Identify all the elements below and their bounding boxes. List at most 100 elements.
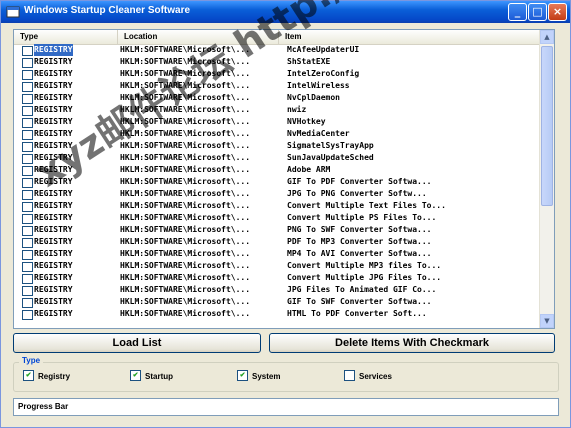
row-checkbox[interactable] bbox=[22, 214, 33, 224]
title-bar[interactable]: Windows Startup Cleaner Software _ □ × bbox=[1, 1, 570, 23]
table-row[interactable]: REGISTRY HKLM:SOFTWARE\Microsoft\... Intel… bbox=[14, 68, 540, 80]
type-cell: REGISTRY bbox=[14, 92, 118, 104]
type-text: REGISTRY bbox=[34, 261, 73, 270]
type-text: REGISTRY bbox=[34, 309, 73, 318]
location-cell: HKLM:SOFTWARE\Microsoft\... bbox=[120, 45, 251, 54]
column-header-item[interactable]: Item bbox=[279, 30, 540, 44]
row-checkbox[interactable] bbox=[22, 190, 33, 200]
table-row[interactable]: REGISTRY HKLM:SOFTWARE\Microsoft\... Conve… bbox=[14, 272, 540, 284]
row-checkbox[interactable] bbox=[22, 82, 33, 92]
row-checkbox[interactable] bbox=[22, 274, 33, 284]
type-option-services[interactable]: Services bbox=[344, 370, 392, 383]
table-row[interactable]: REGISTRY HKLM:SOFTWARE\Microsoft\... Sigma… bbox=[14, 140, 540, 152]
table-row[interactable]: REGISTRY HKLM:SOFTWARE\Microsoft\... nwiz bbox=[14, 104, 540, 116]
app-icon bbox=[6, 6, 20, 18]
load-list-button[interactable]: Load List bbox=[13, 333, 261, 353]
type-text: REGISTRY bbox=[34, 213, 73, 222]
location-cell: HKLM:SOFTWARE\Microsoft\... bbox=[120, 57, 251, 66]
type-cell: REGISTRY bbox=[14, 296, 118, 308]
column-header-type[interactable]: Type bbox=[14, 30, 118, 44]
item-cell: SunJavaUpdateSched bbox=[287, 153, 374, 162]
row-checkbox[interactable] bbox=[22, 226, 33, 236]
type-option-startup[interactable]: ✔ Startup bbox=[130, 370, 173, 383]
list-header: Type Location Item bbox=[14, 30, 540, 45]
type-text: REGISTRY bbox=[34, 285, 73, 294]
scroll-down-arrow-icon[interactable]: ▼ bbox=[540, 314, 554, 328]
table-row[interactable]: REGISTRY HKLM:SOFTWARE\Microsoft\... Intel… bbox=[14, 80, 540, 92]
type-text: REGISTRY bbox=[34, 273, 73, 282]
vertical-scrollbar[interactable]: ▲ ▼ bbox=[539, 30, 554, 328]
progress-label: Progress Bar bbox=[18, 402, 69, 411]
row-checkbox[interactable] bbox=[22, 118, 33, 128]
table-row[interactable]: REGISTRY HKLM:SOFTWARE\Microsoft\... McAfe… bbox=[14, 44, 540, 56]
location-cell: HKLM:SOFTWARE\Microsoft\... bbox=[120, 69, 251, 78]
table-row[interactable]: REGISTRY HKLM:SOFTWARE\Microsoft\... NVHot… bbox=[14, 116, 540, 128]
table-row[interactable]: REGISTRY HKLM:SOFTWARE\Microsoft\... PDF T… bbox=[14, 236, 540, 248]
type-cell: REGISTRY bbox=[14, 188, 118, 200]
item-cell: ShStatEXE bbox=[287, 57, 331, 66]
option-label: System bbox=[252, 372, 281, 381]
row-checkbox[interactable] bbox=[22, 286, 33, 296]
table-row[interactable]: REGISTRY HKLM:SOFTWARE\Microsoft\... JPG F… bbox=[14, 284, 540, 296]
checkbox-icon[interactable]: ✔ bbox=[237, 370, 248, 382]
row-checkbox[interactable] bbox=[22, 46, 33, 56]
table-row[interactable]: REGISTRY HKLM:SOFTWARE\Microsoft\... Conve… bbox=[14, 200, 540, 212]
row-checkbox[interactable] bbox=[22, 298, 33, 308]
table-row[interactable]: REGISTRY HKLM:SOFTWARE\Microsoft\... GIF T… bbox=[14, 176, 540, 188]
row-checkbox[interactable] bbox=[22, 178, 33, 188]
table-row[interactable]: REGISTRY HKLM:SOFTWARE\Microsoft\... GIF T… bbox=[14, 296, 540, 308]
close-button[interactable]: × bbox=[548, 3, 567, 21]
type-cell: REGISTRY bbox=[14, 260, 118, 272]
table-row[interactable]: REGISTRY HKLM:SOFTWARE\Microsoft\... Adobe… bbox=[14, 164, 540, 176]
column-header-location[interactable]: Location bbox=[118, 30, 279, 44]
row-checkbox[interactable] bbox=[22, 70, 33, 80]
row-checkbox[interactable] bbox=[22, 106, 33, 116]
row-checkbox[interactable] bbox=[22, 58, 33, 68]
table-row[interactable]: REGISTRY HKLM:SOFTWARE\Microsoft\... NvMed… bbox=[14, 128, 540, 140]
row-checkbox[interactable] bbox=[22, 154, 33, 164]
table-row[interactable]: REGISTRY HKLM:SOFTWARE\Microsoft\... Conve… bbox=[14, 260, 540, 272]
table-row[interactable]: REGISTRY HKLM:SOFTWARE\Microsoft\... Conve… bbox=[14, 212, 540, 224]
row-checkbox[interactable] bbox=[22, 238, 33, 248]
row-checkbox[interactable] bbox=[22, 262, 33, 272]
location-cell: HKLM:SOFTWARE\Microsoft\... bbox=[120, 129, 251, 138]
item-cell: nwiz bbox=[287, 105, 307, 114]
row-checkbox[interactable] bbox=[22, 130, 33, 140]
item-cell: NVHotkey bbox=[287, 117, 326, 126]
type-option-system[interactable]: ✔ System bbox=[237, 370, 281, 383]
table-row[interactable]: REGISTRY HKLM:SOFTWARE\Microsoft\... HTML … bbox=[14, 308, 540, 320]
row-checkbox[interactable] bbox=[22, 142, 33, 152]
checkbox-icon[interactable] bbox=[344, 370, 355, 382]
table-row[interactable]: REGISTRY HKLM:SOFTWARE\Microsoft\... JPG T… bbox=[14, 188, 540, 200]
location-cell: HKLM:SOFTWARE\Microsoft\... bbox=[120, 285, 251, 294]
table-row[interactable]: REGISTRY HKLM:SOFTWARE\Microsoft\... PNG T… bbox=[14, 224, 540, 236]
item-cell: PDF To MP3 Converter Softwa... bbox=[287, 237, 432, 246]
scroll-up-arrow-icon[interactable]: ▲ bbox=[540, 30, 554, 44]
type-option-registry[interactable]: ✔ Registry bbox=[23, 370, 70, 383]
checkbox-icon[interactable]: ✔ bbox=[130, 370, 141, 382]
type-group-label: Type bbox=[19, 356, 44, 365]
location-cell: HKLM:SOFTWARE\Microsoft\... bbox=[120, 249, 251, 258]
row-checkbox[interactable] bbox=[22, 250, 33, 260]
table-row[interactable]: REGISTRY HKLM:SOFTWARE\Microsoft\... NvCpl… bbox=[14, 92, 540, 104]
row-checkbox[interactable] bbox=[22, 202, 33, 212]
table-row[interactable]: REGISTRY HKLM:SOFTWARE\Microsoft\... MP4 T… bbox=[14, 248, 540, 260]
type-cell: REGISTRY bbox=[14, 44, 118, 56]
row-checkbox[interactable] bbox=[22, 166, 33, 176]
startup-items-list[interactable]: Type Location Item REGISTRY HKLM:SOFTWARE… bbox=[13, 29, 555, 329]
type-text: REGISTRY bbox=[34, 44, 73, 56]
row-checkbox[interactable] bbox=[22, 94, 33, 104]
location-cell: HKLM:SOFTWARE\Microsoft\... bbox=[120, 141, 251, 150]
checkbox-icon[interactable]: ✔ bbox=[23, 370, 34, 382]
table-row[interactable]: REGISTRY HKLM:SOFTWARE\Microsoft\... ShSta… bbox=[14, 56, 540, 68]
delete-checked-button[interactable]: Delete Items With Checkmark bbox=[269, 333, 555, 353]
type-text: REGISTRY bbox=[34, 297, 73, 306]
type-text: REGISTRY bbox=[34, 177, 73, 186]
scroll-thumb[interactable] bbox=[541, 46, 553, 206]
location-cell: HKLM:SOFTWARE\Microsoft\... bbox=[120, 201, 251, 210]
maximize-button[interactable]: □ bbox=[528, 3, 547, 21]
row-checkbox[interactable] bbox=[22, 310, 33, 320]
item-cell: IntelZeroConfig bbox=[287, 69, 360, 78]
minimize-button[interactable]: _ bbox=[508, 3, 527, 21]
table-row[interactable]: REGISTRY HKLM:SOFTWARE\Microsoft\... SunJa… bbox=[14, 152, 540, 164]
